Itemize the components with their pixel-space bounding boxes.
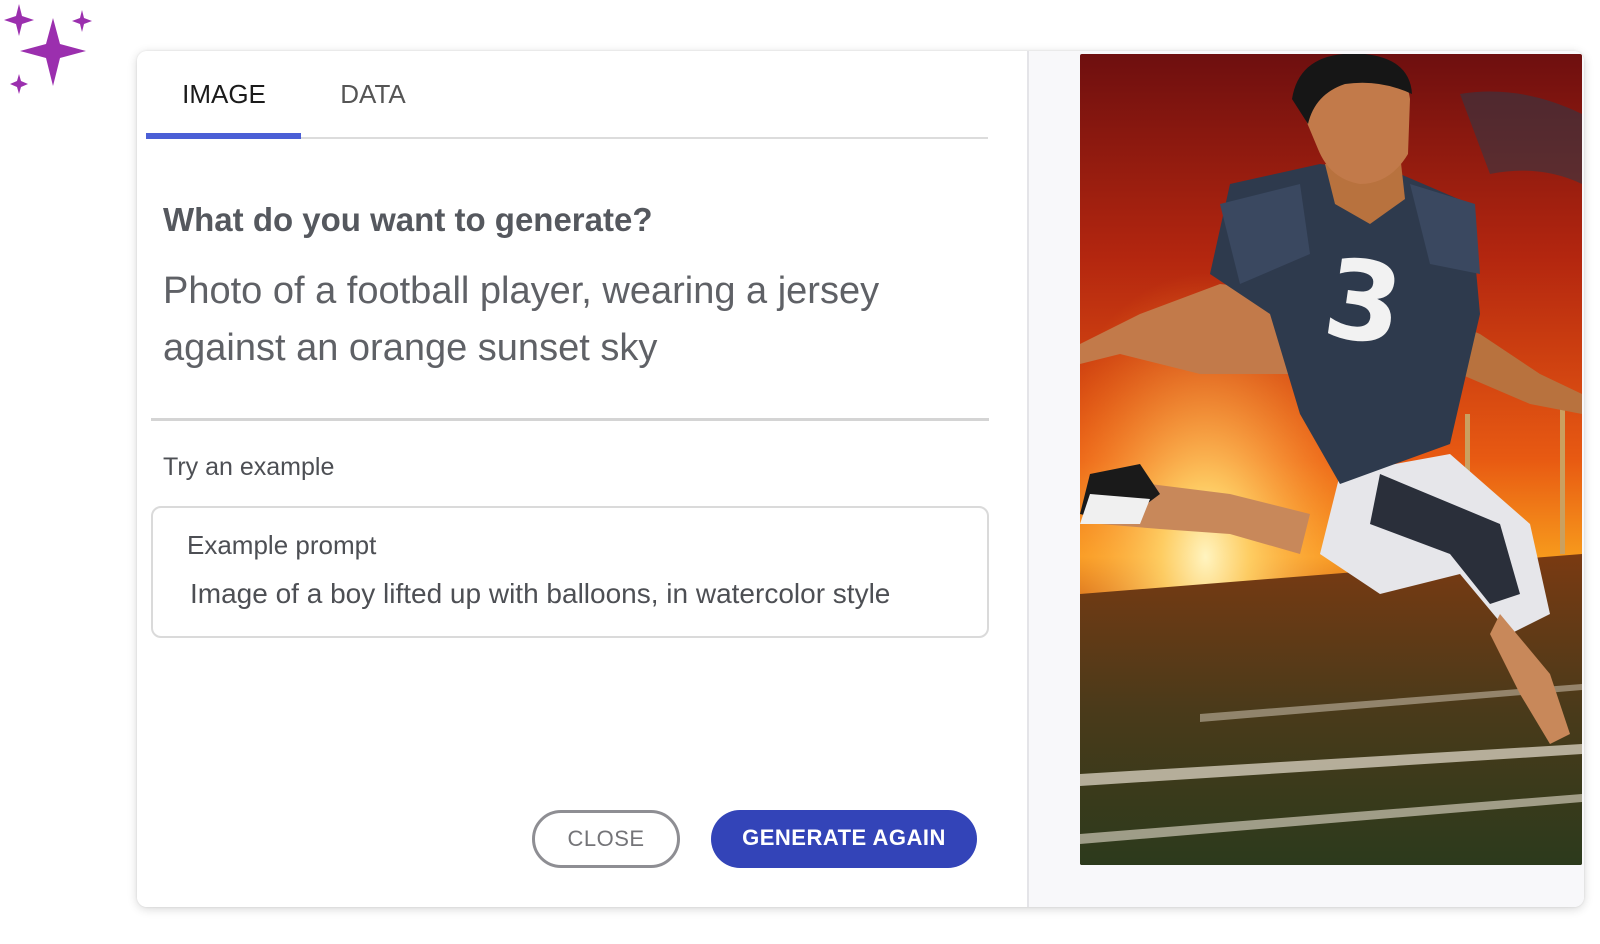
generate-dialog: IMAGE DATA What do you want to generate?…: [137, 51, 1584, 907]
example-prompt-card[interactable]: Example prompt Image of a boy lifted up …: [151, 506, 989, 638]
football-player-illustration: 3: [1080, 54, 1582, 865]
prompt-input[interactable]: Photo of a football player, wearing a je…: [163, 263, 923, 377]
preview-panel: 3: [1027, 51, 1584, 907]
tab-data[interactable]: DATA: [302, 51, 444, 137]
form-panel: IMAGE DATA What do you want to generate?…: [137, 51, 1027, 907]
example-card-title: Example prompt: [187, 530, 377, 560]
active-tab-indicator: [146, 133, 301, 139]
tab-bar: IMAGE DATA: [146, 51, 988, 139]
generate-again-button[interactable]: GENERATE AGAIN: [711, 810, 977, 868]
examples-heading: Try an example: [163, 453, 335, 481]
prompt-question: What do you want to generate?: [163, 201, 653, 238]
example-card-text: Image of a boy lifted up with balloons, …: [190, 578, 891, 609]
tab-image[interactable]: IMAGE: [146, 51, 302, 137]
sparkles-icon: [4, 4, 92, 94]
close-button[interactable]: CLOSE: [532, 810, 680, 868]
generated-image: 3: [1080, 54, 1582, 865]
section-divider: [151, 418, 989, 421]
